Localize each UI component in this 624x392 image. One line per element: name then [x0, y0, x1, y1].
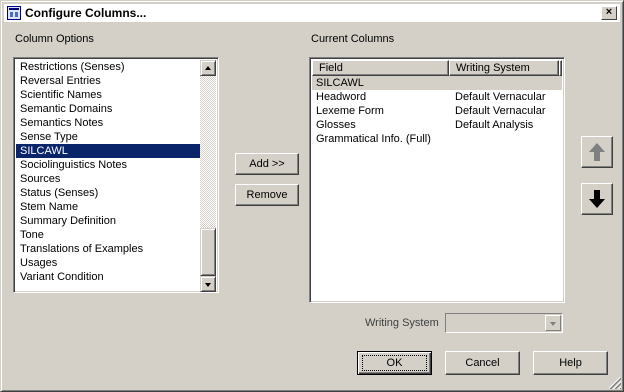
title-bar: Configure Columns... × — [4, 4, 620, 22]
field-cell: SILCAWL — [316, 77, 364, 89]
list-item[interactable]: Sense Type — [16, 130, 202, 144]
list-item[interactable]: Reversal Entries — [16, 74, 202, 88]
field-cell: Glosses — [316, 119, 356, 131]
column-options-items: Restrictions (Senses) Reversal Entries Sci… — [16, 60, 202, 284]
column-options-label: Column Options — [15, 33, 94, 45]
header-filler — [559, 60, 562, 76]
table-row[interactable]: Glosses Default Analysis — [312, 118, 562, 132]
scroll-down-icon — [205, 283, 211, 287]
scroll-thumb[interactable] — [200, 228, 216, 276]
arrow-up-icon — [589, 143, 605, 161]
writing-system-dropdown-button[interactable] — [545, 315, 561, 331]
list-item[interactable]: Restrictions (Senses) — [16, 60, 202, 74]
ok-button[interactable]: OK — [357, 351, 432, 375]
field-cell: Headword — [316, 91, 367, 103]
list-item[interactable]: Usages — [16, 256, 202, 270]
focus-rect — [362, 355, 427, 371]
column-options-list[interactable]: Restrictions (Senses) Reversal Entries Sci… — [13, 57, 219, 293]
writing-system-cell: Default Vernacular — [455, 91, 546, 103]
list-item[interactable]: Semantics Notes — [16, 116, 202, 130]
add-button[interactable]: Add >> — [235, 153, 299, 175]
remove-button[interactable]: Remove — [235, 184, 299, 206]
current-columns-header: Field Writing System — [312, 60, 562, 76]
configure-columns-dialog: Configure Columns... × Column Options Re… — [0, 0, 624, 392]
list-item[interactable]: Variant Condition — [16, 270, 202, 284]
list-item[interactable]: Scientific Names — [16, 88, 202, 102]
header-writing-system[interactable]: Writing System — [449, 60, 559, 76]
app-icon — [7, 6, 21, 20]
current-columns-rows: SILCAWL Headword Default Vernacular Lexeme … — [312, 76, 562, 146]
list-item[interactable]: Sources — [16, 172, 202, 186]
list-item[interactable]: Translations of Examples — [16, 242, 202, 256]
field-cell: Grammatical Info. (Full) — [316, 133, 431, 145]
scroll-up-icon — [205, 66, 211, 70]
field-cell: Lexeme Form — [316, 105, 384, 117]
scroll-down-button[interactable] — [200, 276, 216, 292]
table-row[interactable]: Grammatical Info. (Full) — [312, 132, 562, 146]
resize-grip-icon[interactable] — [609, 377, 621, 389]
list-item[interactable]: Status (Senses) — [16, 186, 202, 200]
chevron-down-icon — [550, 322, 556, 326]
window-title: Configure Columns... — [25, 6, 147, 20]
cancel-button[interactable]: Cancel — [445, 351, 520, 375]
list-item[interactable]: Summary Definition — [16, 214, 202, 228]
table-row[interactable]: Headword Default Vernacular — [312, 90, 562, 104]
list-item[interactable]: SILCAWL — [16, 144, 202, 158]
writing-system-cell: Default Vernacular — [455, 105, 546, 117]
writing-system-label: Writing System — [365, 317, 439, 329]
current-columns-list[interactable]: Field Writing System SILCAWL Headword Defa… — [309, 57, 565, 303]
move-up-button[interactable] — [581, 136, 613, 168]
list-item[interactable]: Tone — [16, 228, 202, 242]
list-item[interactable]: Sociolinguistics Notes — [16, 158, 202, 172]
writing-system-cell: Default Analysis — [455, 119, 534, 131]
column-options-scrollbar[interactable] — [200, 60, 216, 292]
writing-system-combo[interactable] — [445, 313, 563, 333]
list-item[interactable]: Semantic Domains — [16, 102, 202, 116]
header-field[interactable]: Field — [312, 60, 449, 76]
table-row[interactable]: Lexeme Form Default Vernacular — [312, 104, 562, 118]
scroll-up-button[interactable] — [200, 60, 216, 76]
move-down-button[interactable] — [581, 183, 613, 215]
current-columns-label: Current Columns — [311, 33, 395, 45]
list-item[interactable]: Stem Name — [16, 200, 202, 214]
close-button[interactable]: × — [601, 6, 617, 20]
arrow-down-icon — [589, 190, 605, 208]
table-row[interactable]: SILCAWL — [312, 76, 562, 90]
help-button[interactable]: Help — [533, 351, 608, 375]
